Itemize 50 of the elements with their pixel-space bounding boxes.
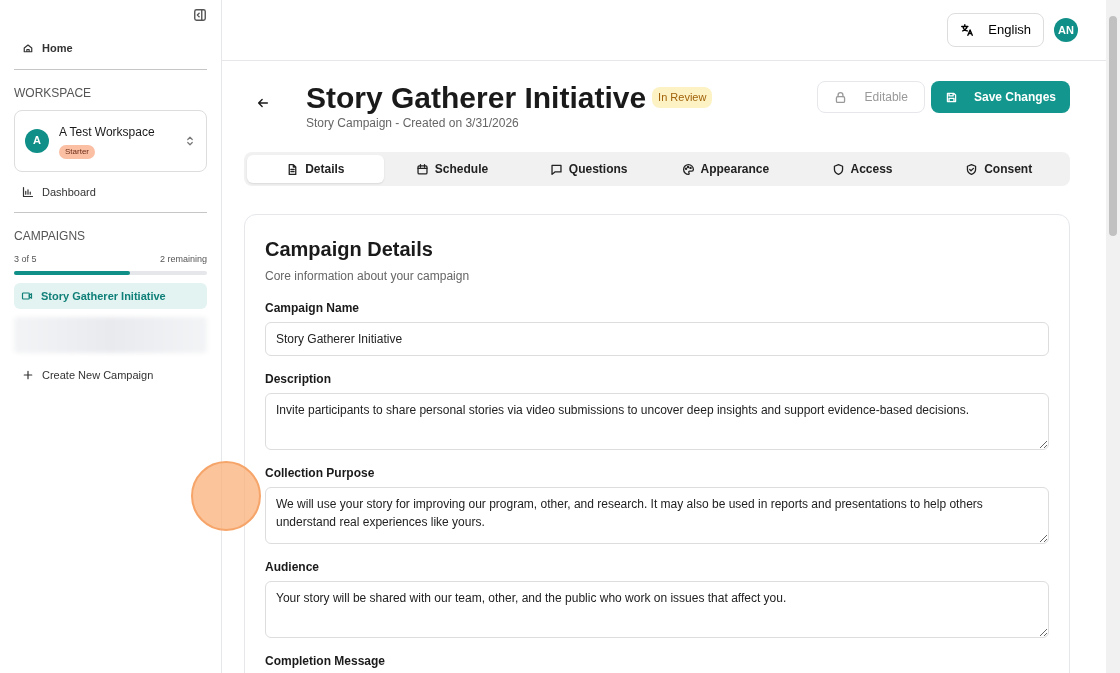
home-icon	[22, 42, 34, 55]
tab[interactable]: Questions	[520, 155, 657, 183]
text-area[interactable]: We will use your story for improving our program, other, and research. It may also be used in reports and presentations to help others understand real experiences like yours.	[265, 487, 1049, 544]
tab[interactable]: Appearance	[657, 155, 794, 183]
tab[interactable]: Details	[247, 155, 384, 183]
field-label: Campaign Name	[265, 300, 361, 317]
tab[interactable]: Consent	[930, 155, 1068, 183]
text-area[interactable]: Invite participants to share personal stories via video submissions to uncover deep insights and support evidence-based decisions.	[265, 393, 1049, 450]
status-tag: In Review	[652, 87, 713, 108]
lock-icon	[833, 90, 847, 104]
sidebar-toggle-icon[interactable]	[193, 8, 207, 22]
campaign-item[interactable]: Story Gatherer Initiative	[14, 282, 207, 309]
chevron-updown-icon	[184, 134, 196, 147]
calendar-icon	[415, 162, 429, 176]
page-title: Story Gatherer Initiative	[306, 81, 647, 114]
scrollbar-thumb[interactable]	[1109, 16, 1117, 236]
field-label: Description	[265, 371, 332, 388]
usage-remaining: 2 remaining	[159, 253, 207, 266]
text-area[interactable]: Your story will be shared with our team, other, and the public who work on issues that affect you.	[265, 581, 1049, 638]
workspace-switcher[interactable]: A A Test Workspace Starter	[14, 109, 207, 172]
usage-count: 3 of 5	[14, 253, 37, 266]
workspace-avatar: A	[25, 128, 49, 153]
workspace-name: A Test Workspace	[59, 123, 156, 141]
input-field[interactable]: Story Gatherer Initiative	[265, 322, 1049, 356]
shield-icon	[831, 162, 845, 176]
tab[interactable]: Schedule	[383, 155, 521, 183]
card-title: Campaign Details	[265, 237, 434, 261]
language-button[interactable]: English	[947, 13, 1044, 47]
video-camera-icon	[21, 289, 33, 302]
tab[interactable]: Access	[793, 155, 931, 183]
palette-icon	[681, 162, 695, 176]
section-heading: WORKSPACE	[14, 84, 93, 102]
shield-check-icon	[965, 162, 979, 176]
field-label: Audience	[265, 559, 320, 576]
save-button[interactable]: Save Changes	[930, 81, 1070, 113]
page-subtitle: Story Campaign - Created on 3/31/2026	[306, 115, 520, 132]
plan-tag: Starter	[59, 144, 95, 159]
translate-icon	[960, 23, 975, 37]
chat-bubble-icon	[549, 162, 563, 176]
section-heading: CAMPAIGNS	[14, 228, 87, 245]
field-label: Completion Message	[265, 653, 387, 670]
dashboard-link[interactable]: Dashboard	[42, 183, 96, 200]
scrollbar[interactable]	[1106, 0, 1120, 673]
create-campaign-link[interactable]: Create New Campaign	[42, 367, 154, 384]
plus-icon	[22, 369, 34, 382]
field-label: Collection Purpose	[265, 465, 376, 482]
user-avatar[interactable]: AN	[1054, 18, 1078, 42]
card-subtitle: Core information about your campaign	[265, 268, 471, 285]
bar-chart-icon	[22, 185, 34, 198]
home-link[interactable]: Home	[42, 40, 73, 57]
